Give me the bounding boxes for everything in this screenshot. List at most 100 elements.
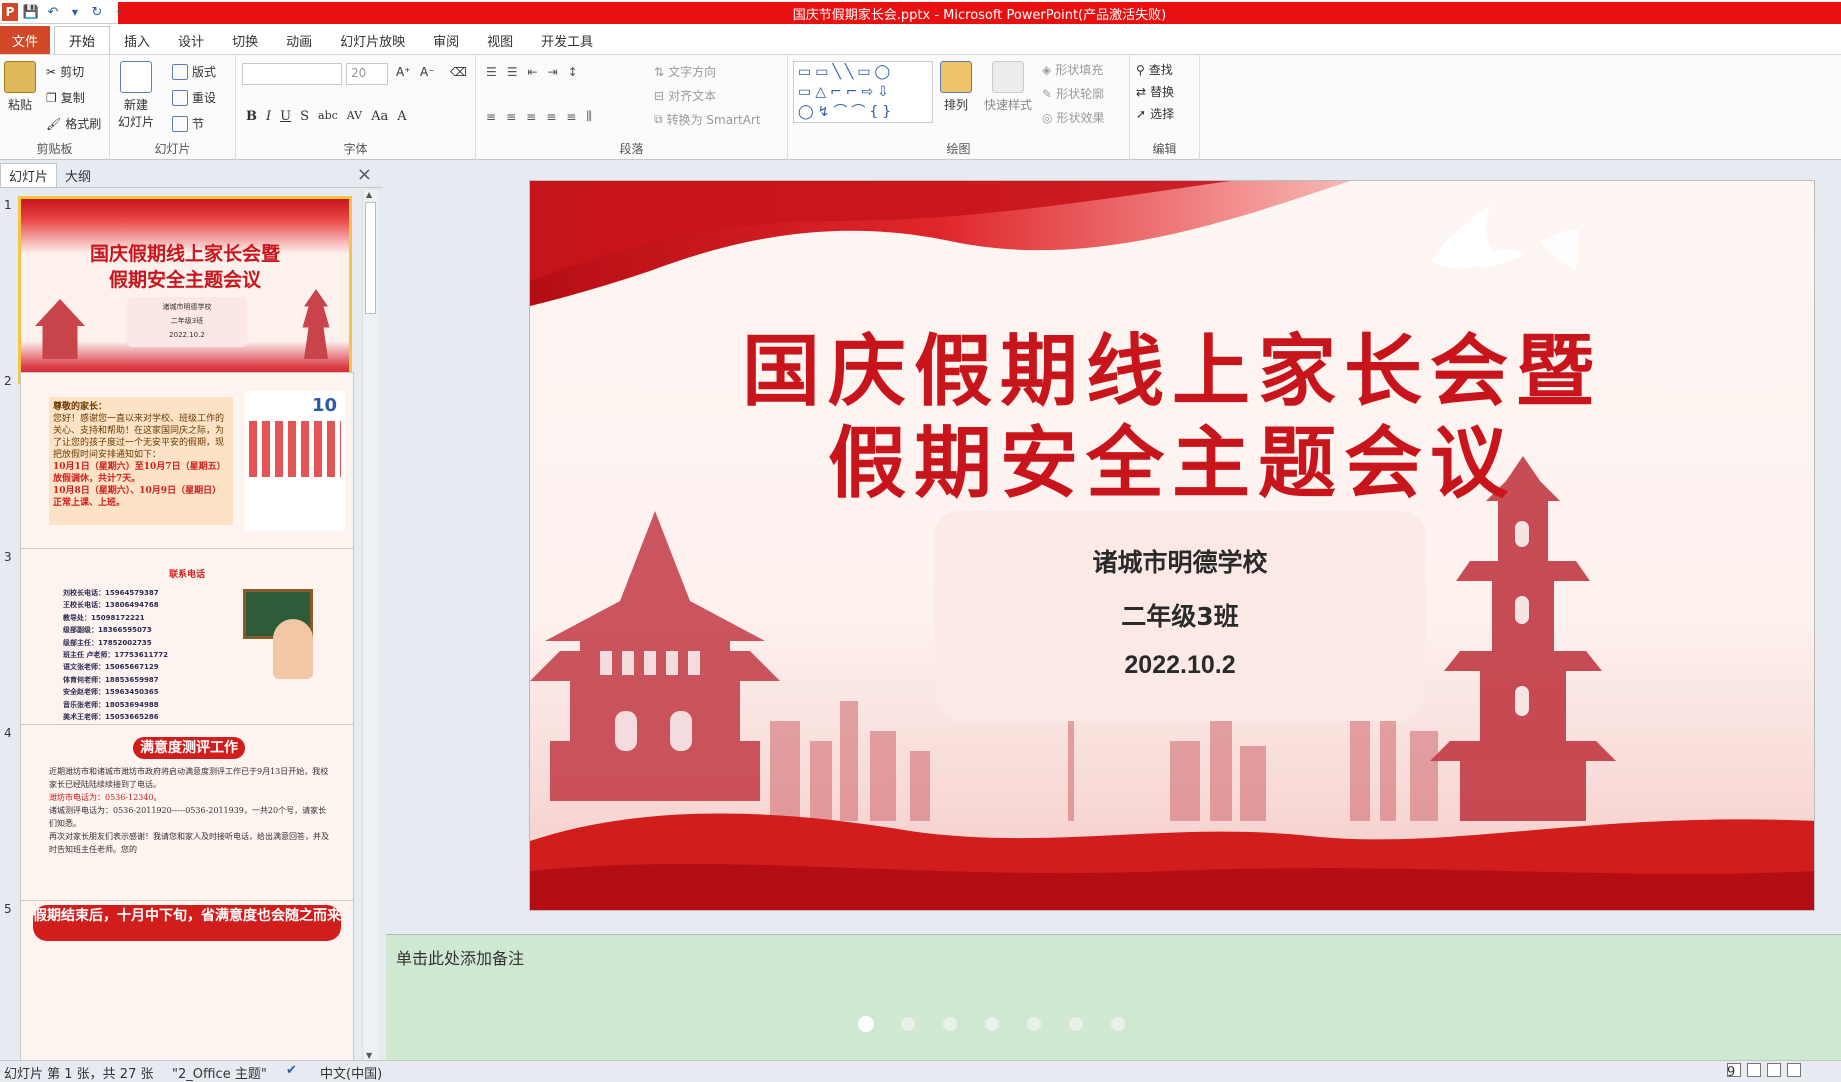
reading-view-icon[interactable] <box>1767 1063 1781 1077</box>
paste-button[interactable]: 粘贴 <box>4 61 36 113</box>
close-icon[interactable]: × <box>357 164 372 185</box>
spellcheck-icon[interactable]: ✔ <box>286 1063 297 1078</box>
new-slide-button[interactable]: 新建 幻灯片 <box>118 61 154 130</box>
slide-sorter-icon[interactable] <box>1747 1063 1761 1077</box>
find-label: 查找 <box>1148 63 1173 77</box>
redo-icon[interactable]: ↻ <box>88 3 106 21</box>
customize-toolbar-icon[interactable]: ▾ <box>110 3 128 21</box>
slideshow-view-icon[interactable] <box>1787 1063 1801 1077</box>
slide-info-card[interactable]: 诸城市明德学校 二年级3班 2022.10.2 <box>935 511 1425 721</box>
current-slide[interactable]: 国庆假期线上家长会暨 假期安全主题会议 诸城市明德学校 二年级3班 2022.1… <box>529 180 1815 911</box>
thumb-date: 2022.10.2 <box>169 331 205 339</box>
notes-pane[interactable]: 单击此处添加备注 <box>386 934 1841 1060</box>
smartart-label: 转换为 SmartArt <box>666 113 761 127</box>
scrollbar-thumb[interactable] <box>365 202 376 314</box>
char-spacing-button[interactable]: AV <box>347 109 362 124</box>
tab-slideshow[interactable]: 幻灯片放映 <box>326 26 419 54</box>
quick-styles-icon <box>992 61 1024 93</box>
shapes-gallery[interactable]: ▭▭╲╲▭◯ ▭△⌐⌐⇨⇩ ◯↯⌒⌒{} <box>793 61 933 123</box>
font-color-button[interactable]: A <box>397 109 406 124</box>
alignment-buttons[interactable]: ≡ ≡ ≡ ≡ ≡ ⫼ <box>486 109 598 124</box>
tab-outline-panel[interactable]: 大纲 <box>57 163 99 187</box>
tab-view[interactable]: 视图 <box>473 26 527 54</box>
language-indicator[interactable]: 中文(中国) <box>320 1063 382 1082</box>
list-buttons[interactable]: ☰ ☰ ⇤ ⇥ ↕ <box>486 65 584 79</box>
zoom-level[interactable]: 9 <box>1727 1065 1735 1080</box>
slide-thumbnail-4[interactable]: 满意度测评工作 近期潍坊市和诸城市潍坊市政府将启动满意度测评工作已于9月13日开… <box>20 724 354 912</box>
smartart-icon: ⧉ <box>654 112 663 126</box>
text-direction-button[interactable]: ⇅ 文字方向 <box>654 63 716 80</box>
scroll-up-icon[interactable]: ▲ <box>366 190 372 199</box>
font-size-combo[interactable]: 20 <box>346 63 388 85</box>
quick-styles-button[interactable]: 快速样式 <box>984 61 1032 113</box>
undo-icon[interactable]: ↶ <box>44 3 62 21</box>
align-right-icon: ≡ <box>526 109 543 124</box>
slide-thumbnail-5[interactable]: 假期结束后，十月中下旬，省满意度也会随之而来 <box>20 900 354 1060</box>
slide-thumbnail-2[interactable]: 尊敬的家长： 您好！感谢您一直以来对学校、班级工作的关心、支持和帮助！在这家国同… <box>20 372 354 560</box>
reset-button[interactable]: 重设 <box>172 89 216 106</box>
scroll-down-icon[interactable]: ▼ <box>366 1051 372 1060</box>
replace-icon: ⇄ <box>1136 84 1147 99</box>
shape-fill-button[interactable]: ◈ 形状填充 <box>1042 61 1103 78</box>
tab-file[interactable]: 文件 <box>0 26 51 54</box>
powerpoint-app-icon[interactable]: P <box>2 3 18 21</box>
contact-row: 班主任 卢老师：17753611772 <box>63 651 169 660</box>
arrange-button[interactable]: 排列 <box>940 61 972 113</box>
tab-review[interactable]: 审阅 <box>419 26 473 54</box>
cursor-icon: ➚ <box>1136 106 1147 121</box>
tab-home[interactable]: 开始 <box>54 26 111 54</box>
tab-slides-panel[interactable]: 幻灯片 <box>0 163 58 187</box>
slide-editor[interactable]: 国庆假期线上家长会暨 假期安全主题会议 诸城市明德学校 二年级3班 2022.1… <box>386 162 1841 930</box>
slide-number: 4 <box>4 726 12 740</box>
clear-format-icon[interactable]: ⌫ <box>450 65 467 79</box>
tab-animations[interactable]: 动画 <box>272 26 326 54</box>
shadow-button[interactable]: S <box>300 109 309 124</box>
thumb-class: 二年级3班 <box>170 317 204 325</box>
notes-placeholder[interactable]: 单击此处添加备注 <box>396 945 524 969</box>
tab-transitions[interactable]: 切换 <box>218 26 272 54</box>
replace-button[interactable]: ⇄ 替换 <box>1136 83 1174 100</box>
tab-developer[interactable]: 开发工具 <box>527 26 607 54</box>
layout-button[interactable]: 版式 <box>172 63 216 80</box>
numbering-icon: ☰ <box>506 65 524 79</box>
slide-date[interactable]: 2022.10.2 <box>935 651 1425 680</box>
font-family-combo[interactable] <box>242 63 342 85</box>
shrink-font-button[interactable]: A⁻ <box>420 65 435 79</box>
bold-button[interactable]: B <box>246 109 257 124</box>
thumb-info-card: 诸城市明德学校 二年级3班 2022.10.2 <box>127 297 247 347</box>
slide-school-name[interactable]: 诸城市明德学校 <box>935 543 1425 579</box>
cut-button[interactable]: ✂ 剪切 <box>46 63 84 80</box>
thumbnail-scrollbar[interactable]: ▲ ▼ <box>362 190 378 1060</box>
thumbnail-list[interactable]: 1 国庆假期线上家长会暨 假期安全主题会议 诸城市明德学校 二年级3班 2022… <box>0 190 360 1060</box>
slide-thumbnail-1[interactable]: 国庆假期线上家长会暨 假期安全主题会议 诸城市明德学校 二年级3班 2022.1… <box>18 196 352 384</box>
slide-thumbnail-3[interactable]: 联系电话 刘校长电话：15964579387 王校长电话：13806494768… <box>20 548 354 736</box>
italic-button[interactable]: I <box>266 109 271 124</box>
tab-design[interactable]: 设计 <box>164 26 218 54</box>
paragraph-group: ☰ ☰ ⇤ ⇥ ↕ ⇅ 文字方向 ⊟ 对齐文本 ⧉ 转换为 SmartArt ≡ ≡ ≡ ≡ ≡ ⫼ 段… <box>476 55 788 161</box>
paste-icon <box>4 61 36 93</box>
copy-button[interactable]: ❐ 复制 <box>46 89 85 106</box>
underline-button[interactable]: U <box>280 109 291 124</box>
contact-row: 级部副级：18366595073 <box>63 626 152 635</box>
strikethrough-button[interactable]: abc <box>318 109 338 124</box>
slide-title-line-2[interactable]: 假期安全主题会议 <box>530 401 1814 513</box>
find-button[interactable]: ⚲ 查找 <box>1136 61 1173 78</box>
dot-indicator <box>984 1016 1000 1032</box>
bullets-icon: ☰ <box>486 65 503 79</box>
tab-insert[interactable]: 插入 <box>110 26 164 54</box>
shape-effects-button[interactable]: ◎ 形状效果 <box>1042 109 1105 126</box>
chevron-down-icon[interactable]: ▼ <box>66 3 84 21</box>
scissors-icon: ✂ <box>46 64 57 79</box>
smartart-button[interactable]: ⧉ 转换为 SmartArt <box>654 111 761 128</box>
slide-class-name[interactable]: 二年级3班 <box>935 597 1425 633</box>
contact-row: 安全赵老师：15963450365 <box>63 688 159 697</box>
section-button[interactable]: 节 <box>172 115 204 132</box>
grow-font-button[interactable]: A⁺ <box>396 65 411 79</box>
format-painter-button[interactable]: 🖌 格式刷 <box>46 115 101 132</box>
select-button[interactable]: ➚ 选择 <box>1136 105 1174 122</box>
shape-outline-button[interactable]: ✎ 形状轮廓 <box>1042 85 1104 102</box>
align-text-button[interactable]: ⊟ 对齐文本 <box>654 87 716 104</box>
brush-icon: 🖌 <box>46 116 62 131</box>
save-icon[interactable]: 💾 <box>22 3 40 21</box>
change-case-button[interactable]: Aa <box>371 109 388 124</box>
